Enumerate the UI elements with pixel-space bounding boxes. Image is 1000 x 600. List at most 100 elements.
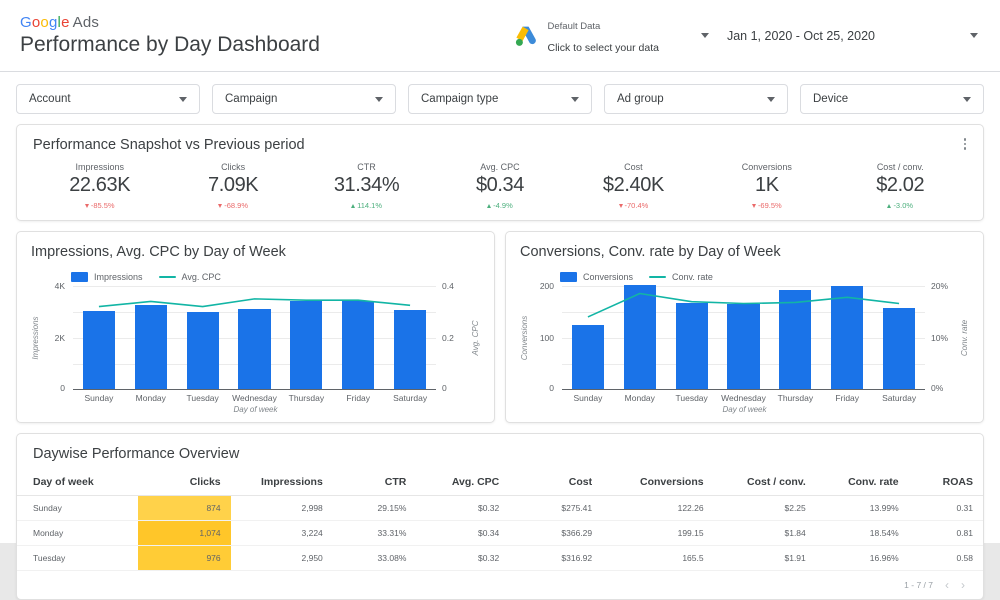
metric-label: Impressions (33, 162, 166, 172)
table-row[interactable]: Tuesday9762,95033.08%$0.32$316.92165.5$1… (17, 546, 983, 571)
chevron-down-icon (767, 97, 775, 102)
table-cell-ctr: 33.31% (333, 521, 417, 546)
filter-account-label: Account (29, 93, 71, 105)
table-column-header[interactable]: Impressions (231, 468, 333, 496)
x-tick-label: Saturday (873, 393, 925, 403)
metric-delta: -69.5% (700, 201, 833, 210)
table-column-header[interactable]: Cost / conv. (714, 468, 816, 496)
filter-account[interactable]: Account (16, 84, 200, 114)
filter-ad-group[interactable]: Ad group (604, 84, 788, 114)
x-tick-label: Tuesday (666, 393, 718, 403)
table-cell-conversions: 165.5 (602, 546, 713, 571)
date-range-chevron-down-icon[interactable] (970, 33, 978, 38)
scorecard-metric: CTR31.34%114.1% (300, 162, 433, 210)
legend-item-conv-rate[interactable]: Conv. rate (649, 272, 713, 282)
trend-arrow-icon (752, 204, 756, 208)
table-cell-clicks: 874 (138, 496, 231, 521)
table-cell-ctr: 29.15% (333, 496, 417, 521)
kebab-menu-icon[interactable] (957, 135, 973, 153)
bar-swatch-icon (560, 272, 577, 282)
pagination-prev-icon[interactable]: ‹ (945, 579, 949, 591)
table-column-header[interactable]: CTR (333, 468, 417, 496)
table-cell-cost-conv: $1.91 (714, 546, 816, 571)
table-body: Sunday8742,99829.15%$0.32$275.41122.26$2… (17, 496, 983, 571)
bar-swatch-icon (71, 272, 88, 282)
chart-left-canvas (73, 286, 436, 390)
header-right: Default Data Click to select your data J… (513, 14, 1000, 57)
filter-campaign-label: Campaign (225, 93, 277, 105)
table-cell-day: Sunday (17, 496, 138, 521)
table-column-header[interactable]: Conversions (602, 468, 713, 496)
logo-letter: G (20, 14, 32, 31)
filter-campaign-type[interactable]: Campaign type (408, 84, 592, 114)
x-tick-label: Sunday (562, 393, 614, 403)
y2-tick: 0.2 (442, 333, 468, 343)
x-tick-label: Tuesday (177, 393, 229, 403)
trend-arrow-icon (487, 204, 491, 208)
table-title: Daywise Performance Overview (17, 446, 983, 468)
filter-device[interactable]: Device (800, 84, 984, 114)
table-row[interactable]: Sunday8742,99829.15%$0.32$275.41122.26$2… (17, 496, 983, 521)
table-cell-day: Tuesday (17, 546, 138, 571)
metric-value: $2.02 (834, 173, 967, 198)
line-series (562, 286, 925, 389)
x-tick-label: Friday (821, 393, 873, 403)
scorecard-title: Performance Snapshot vs Previous period (33, 137, 967, 153)
table-cell-roas: 0.31 (909, 496, 983, 521)
logo-letter: e (61, 14, 70, 31)
y2-tick: 0% (931, 383, 957, 393)
table-cell-roas: 0.58 (909, 546, 983, 571)
table-column-header[interactable]: Conv. rate (816, 468, 909, 496)
line-series (73, 286, 436, 389)
metric-value: $0.34 (433, 173, 566, 198)
y-tick: 4K (43, 281, 65, 291)
performance-snapshot-card: Performance Snapshot vs Previous period … (16, 124, 984, 221)
table-column-header[interactable]: ROAS (909, 468, 983, 496)
y2-tick: 0 (442, 383, 468, 393)
x-tick-label: Thursday (280, 393, 332, 403)
legend-item-conversions[interactable]: Conversions (560, 272, 633, 282)
table-cell-cost: $366.29 (509, 521, 602, 546)
data-source-hint: Click to select your data (548, 42, 659, 54)
data-source-chevron-down-icon[interactable] (701, 33, 709, 38)
metric-delta-value: -85.5% (91, 201, 115, 210)
page-title: Performance by Day Dashboard (20, 33, 320, 57)
header-left: GoogleAds Performance by Day Dashboard (0, 14, 320, 57)
table-column-header[interactable]: Day of week (17, 468, 138, 496)
table-cell-conv-rate: 13.99% (816, 496, 909, 521)
daywise-performance-table-card: Daywise Performance Overview Day of week… (16, 433, 984, 600)
filter-campaign[interactable]: Campaign (212, 84, 396, 114)
logo-ads-word: Ads (73, 14, 99, 31)
table-column-header[interactable]: Clicks (138, 468, 231, 496)
trend-arrow-icon (218, 204, 222, 208)
table-cell-roas: 0.81 (909, 521, 983, 546)
x-tick-label: Wednesday (718, 393, 770, 403)
x-tick-label: Thursday (769, 393, 821, 403)
filter-ad-group-label: Ad group (617, 93, 664, 105)
legend-item-avg-cpc[interactable]: Avg. CPC (159, 272, 221, 282)
metric-label: Clicks (166, 162, 299, 172)
trend-arrow-icon (619, 204, 623, 208)
metric-value: 7.09K (166, 173, 299, 198)
table-row[interactable]: Monday1,0743,22433.31%$0.34$366.29199.15… (17, 521, 983, 546)
data-source-text: Default Data Click to select your data (548, 14, 659, 57)
pagination-next-icon[interactable]: › (961, 579, 965, 591)
x-tick-label: Monday (614, 393, 666, 403)
metric-value: 31.34% (300, 173, 433, 198)
logo-letter: o (40, 14, 49, 31)
table-cell-ctr: 33.08% (333, 546, 417, 571)
metric-value: $2.40K (567, 173, 700, 198)
legend-item-impressions[interactable]: Impressions (71, 272, 143, 282)
chart-left-title: Impressions, Avg. CPC by Day of Week (31, 244, 480, 260)
table-cell-day: Monday (17, 521, 138, 546)
table-column-header[interactable]: Cost (509, 468, 602, 496)
data-source-selector[interactable]: Default Data Click to select your data (513, 14, 659, 57)
table-column-header[interactable]: Avg. CPC (416, 468, 509, 496)
chart-right-plot-area: Conversions Conv. rate 200 100 0 20% 10%… (520, 286, 969, 390)
conversions-rate-chart-card: Conversions, Conv. rate by Day of Week C… (505, 231, 984, 423)
legend-label: Conv. rate (672, 272, 713, 282)
chevron-down-icon (963, 97, 971, 102)
scorecard-metrics: Impressions22.63K-85.5%Clicks7.09K-68.9%… (33, 162, 967, 210)
date-range-label[interactable]: Jan 1, 2020 - Oct 25, 2020 (727, 29, 875, 43)
metric-delta: -70.4% (567, 201, 700, 210)
